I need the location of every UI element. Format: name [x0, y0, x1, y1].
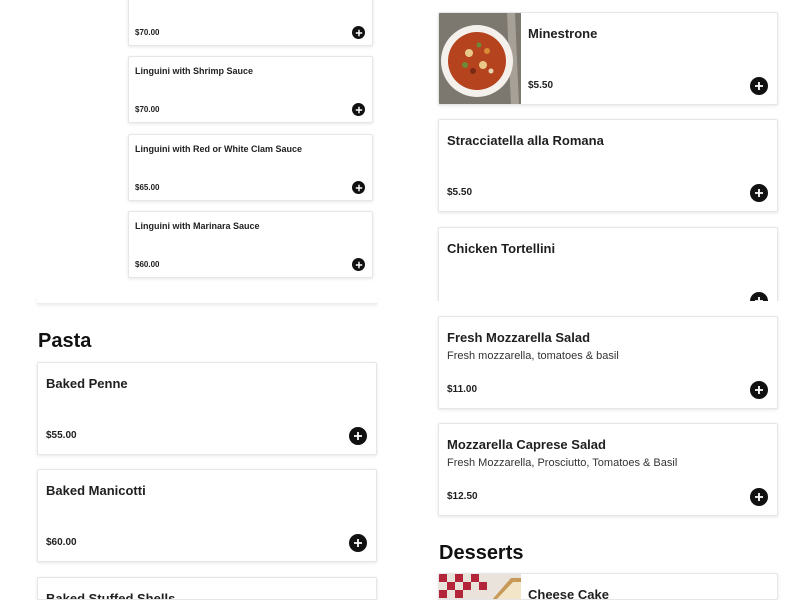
menu-item-card[interactable]: Linguini with Marinara Sauce $60.00	[128, 211, 373, 278]
item-name: Minestrone	[528, 26, 598, 41]
item-name: Mozzarella Caprese Salad	[447, 437, 606, 452]
menu-item-card[interactable]: Minestrone $5.50	[438, 12, 778, 105]
add-to-cart-button[interactable]	[750, 292, 768, 301]
item-price: $12.50	[447, 491, 478, 502]
menu-item-card[interactable]: Fresh Mozzarella Salad Fresh mozzarella,…	[438, 316, 778, 409]
add-to-cart-button[interactable]	[750, 184, 768, 202]
add-to-cart-button[interactable]	[352, 26, 365, 39]
menu-item-card[interactable]: Mozzarella Caprese Salad Fresh Mozzarell…	[438, 423, 778, 516]
menu-item-card[interactable]: Baked Penne $55.00	[37, 362, 377, 455]
plus-icon	[355, 261, 362, 268]
add-to-cart-button[interactable]	[349, 427, 367, 445]
item-price: $11.00	[447, 384, 478, 395]
item-price: $60.00	[46, 537, 77, 548]
menu-item-card[interactable]: Stracciatella alla Romana $5.50	[438, 119, 778, 212]
menu-item-card[interactable]: Baked Manicotti $60.00	[37, 469, 377, 562]
add-to-cart-button[interactable]	[352, 181, 365, 194]
add-to-cart-button[interactable]	[352, 103, 365, 116]
add-to-cart-button[interactable]	[750, 488, 768, 506]
plus-icon	[354, 539, 362, 547]
item-name: Baked Manicotti	[46, 483, 146, 498]
item-price: $70.00	[135, 105, 160, 114]
item-name: Baked Stuffed Shells	[46, 591, 176, 600]
plus-icon	[355, 29, 362, 36]
menu-item-card[interactable]: Linguini with Shrimp Sauce $70.00	[128, 56, 373, 123]
menu-item-card[interactable]: Cheese Cake	[438, 573, 778, 600]
item-price: $70.00	[135, 28, 160, 37]
item-description: Fresh mozzarella, tomatoes & basil	[447, 350, 619, 362]
menu-item-card[interactable]: Linguini with Red or White Clam Sauce $6…	[128, 134, 373, 201]
item-name: Fresh Mozzarella Salad	[447, 330, 591, 345]
item-name: Cheese Cake	[528, 587, 609, 600]
plus-icon	[355, 184, 362, 191]
menu-item-card[interactable]: $70.00	[128, 0, 373, 46]
add-to-cart-button[interactable]	[352, 258, 365, 271]
item-name: Stracciatella alla Romana	[447, 133, 604, 148]
add-to-cart-button[interactable]	[750, 77, 768, 95]
item-name: Baked Penne	[46, 376, 128, 391]
item-price: $5.50	[447, 187, 473, 198]
add-to-cart-button[interactable]	[349, 534, 367, 552]
scroll-panel-edge	[37, 294, 377, 304]
item-name: Linguini with Shrimp Sauce	[135, 66, 254, 76]
plus-icon	[755, 297, 763, 301]
plus-icon	[755, 493, 763, 501]
item-name: Chicken Tortellini	[447, 241, 556, 256]
item-price: $55.00	[46, 430, 77, 441]
item-price: $5.50	[528, 80, 554, 91]
plus-icon	[355, 106, 362, 113]
plus-icon	[755, 386, 763, 394]
add-to-cart-button[interactable]	[750, 381, 768, 399]
section-title-pasta: Pasta	[38, 330, 92, 352]
plus-icon	[755, 189, 763, 197]
scroll-clip: Chicken Tortellini	[436, 224, 780, 301]
minestrone-photo	[439, 13, 521, 104]
menu-item-card[interactable]: Baked Stuffed Shells	[37, 577, 377, 600]
item-price: $60.00	[135, 260, 160, 269]
cheesecake-photo	[439, 574, 521, 599]
item-name: Linguini with Red or White Clam Sauce	[135, 144, 303, 154]
menu-item-card[interactable]: Chicken Tortellini	[438, 227, 778, 301]
section-title-desserts: Desserts	[439, 542, 524, 564]
item-name: Linguini with Marinara Sauce	[135, 221, 260, 231]
plus-icon	[755, 82, 763, 90]
plus-icon	[354, 432, 362, 440]
item-description: Fresh Mozzarella, Prosciutto, Tomatoes &…	[447, 457, 678, 469]
item-price: $65.00	[135, 183, 160, 192]
